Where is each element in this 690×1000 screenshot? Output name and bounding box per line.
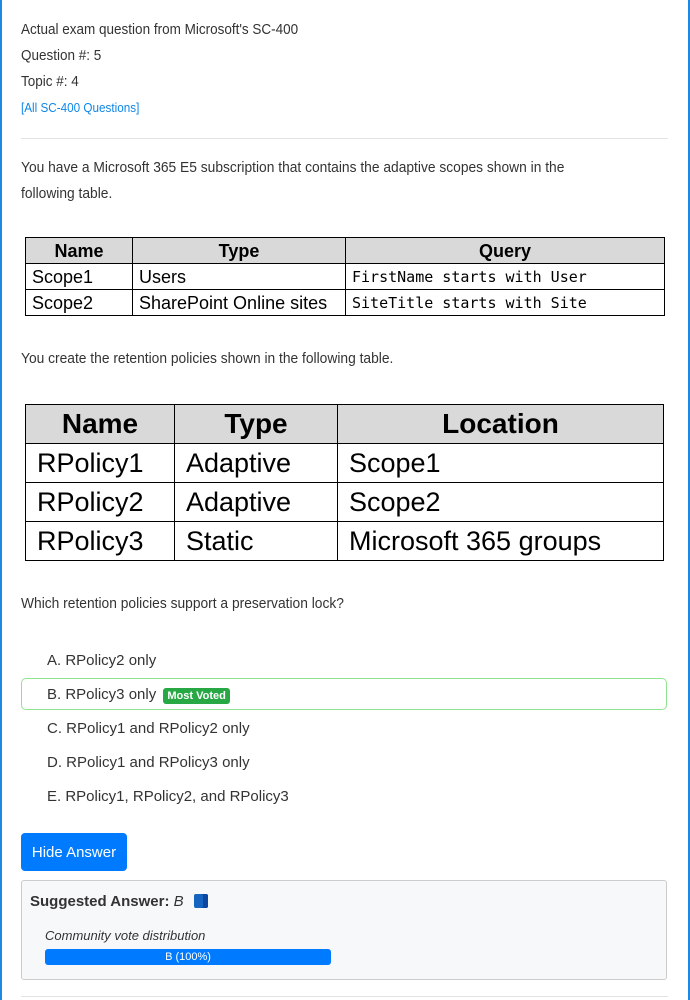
cell: RPolicy3 (25, 521, 175, 561)
community-label: Community vote distribution (45, 928, 206, 943)
divider (21, 138, 668, 139)
column-header: Location (337, 404, 664, 444)
cell: FirstName starts with User (345, 263, 665, 290)
cell: Adaptive (174, 482, 338, 522)
table-row: RPolicy1 Adaptive Scope1 (25, 443, 664, 483)
option-b[interactable]: B. RPolicy3 only Most Voted (21, 678, 667, 710)
option-label: D. RPolicy1 and RPolicy3 only (47, 754, 250, 771)
answer-panel: Suggested Answer: B Community vote distr… (21, 880, 667, 980)
cell: Scope2 (25, 289, 133, 316)
column-header: Name (25, 237, 133, 264)
exam-title: Actual exam question from Microsoft's SC… (21, 21, 299, 38)
most-voted-badge: Most Voted (163, 688, 230, 704)
cell: SiteTitle starts with Site (345, 289, 665, 316)
policies-intro: You create the retention policies shown … (21, 350, 394, 367)
cell: Microsoft 365 groups (337, 521, 664, 561)
option-a[interactable]: A. RPolicy2 only (21, 644, 667, 676)
option-c[interactable]: C. RPolicy1 and RPolicy2 only (21, 712, 667, 744)
cell: Scope1 (337, 443, 664, 483)
option-label: C. RPolicy1 and RPolicy2 only (47, 720, 250, 737)
cell: Scope2 (337, 482, 664, 522)
question-intro: You have a Microsoft 365 E5 subscription… (21, 159, 565, 202)
question-number: Question #: 5 (21, 47, 102, 64)
topic-number: Topic #: 4 (21, 73, 79, 90)
scopes-table: Name Type Query Scope1 Users FirstName start… (25, 237, 665, 316)
divider (21, 996, 668, 997)
cell: Static (174, 521, 338, 561)
suggested-label: Suggested Answer: (30, 893, 170, 910)
column-header: Name (25, 404, 175, 444)
question-text: Which retention policies support a prese… (21, 595, 344, 612)
column-header: Type (132, 237, 346, 264)
column-header: Query (345, 237, 665, 264)
cell: Scope1 (25, 263, 133, 290)
option-d[interactable]: D. RPolicy1 and RPolicy3 only (21, 746, 667, 778)
table-row: Scope1 Users FirstName starts with User (25, 263, 665, 290)
option-label: A. RPolicy2 only (47, 652, 157, 669)
table-row: RPolicy2 Adaptive Scope2 (25, 482, 664, 522)
cell: SharePoint Online sites (132, 289, 346, 316)
cell: RPolicy1 (25, 443, 175, 483)
table-row: Scope2 SharePoint Online sites SiteTitle s… (25, 289, 665, 316)
suggested-answer: Suggested Answer: B (30, 893, 208, 910)
column-header: Type (174, 404, 338, 444)
option-label: E. RPolicy1, RPolicy2, and RPolicy3 (47, 788, 289, 805)
cell: RPolicy2 (25, 482, 175, 522)
option-e[interactable]: E. RPolicy1, RPolicy2, and RPolicy3 (21, 780, 667, 812)
option-label: B. RPolicy3 only (47, 686, 157, 703)
vote-distribution-bar: B (100%) (45, 949, 331, 965)
all-questions-link[interactable]: [All SC-400 Questions] (21, 100, 139, 115)
suggested-value: B (173, 893, 184, 910)
cell: Adaptive (174, 443, 338, 483)
table-row: RPolicy3 Static Microsoft 365 groups (25, 521, 664, 561)
ballot-box-icon (193, 894, 208, 908)
policies-table: Name Type Location RPolicy1 Adaptive Scope1 … (25, 404, 664, 561)
cell: Users (132, 263, 346, 290)
hide-answer-button[interactable]: Hide Answer (21, 833, 127, 871)
